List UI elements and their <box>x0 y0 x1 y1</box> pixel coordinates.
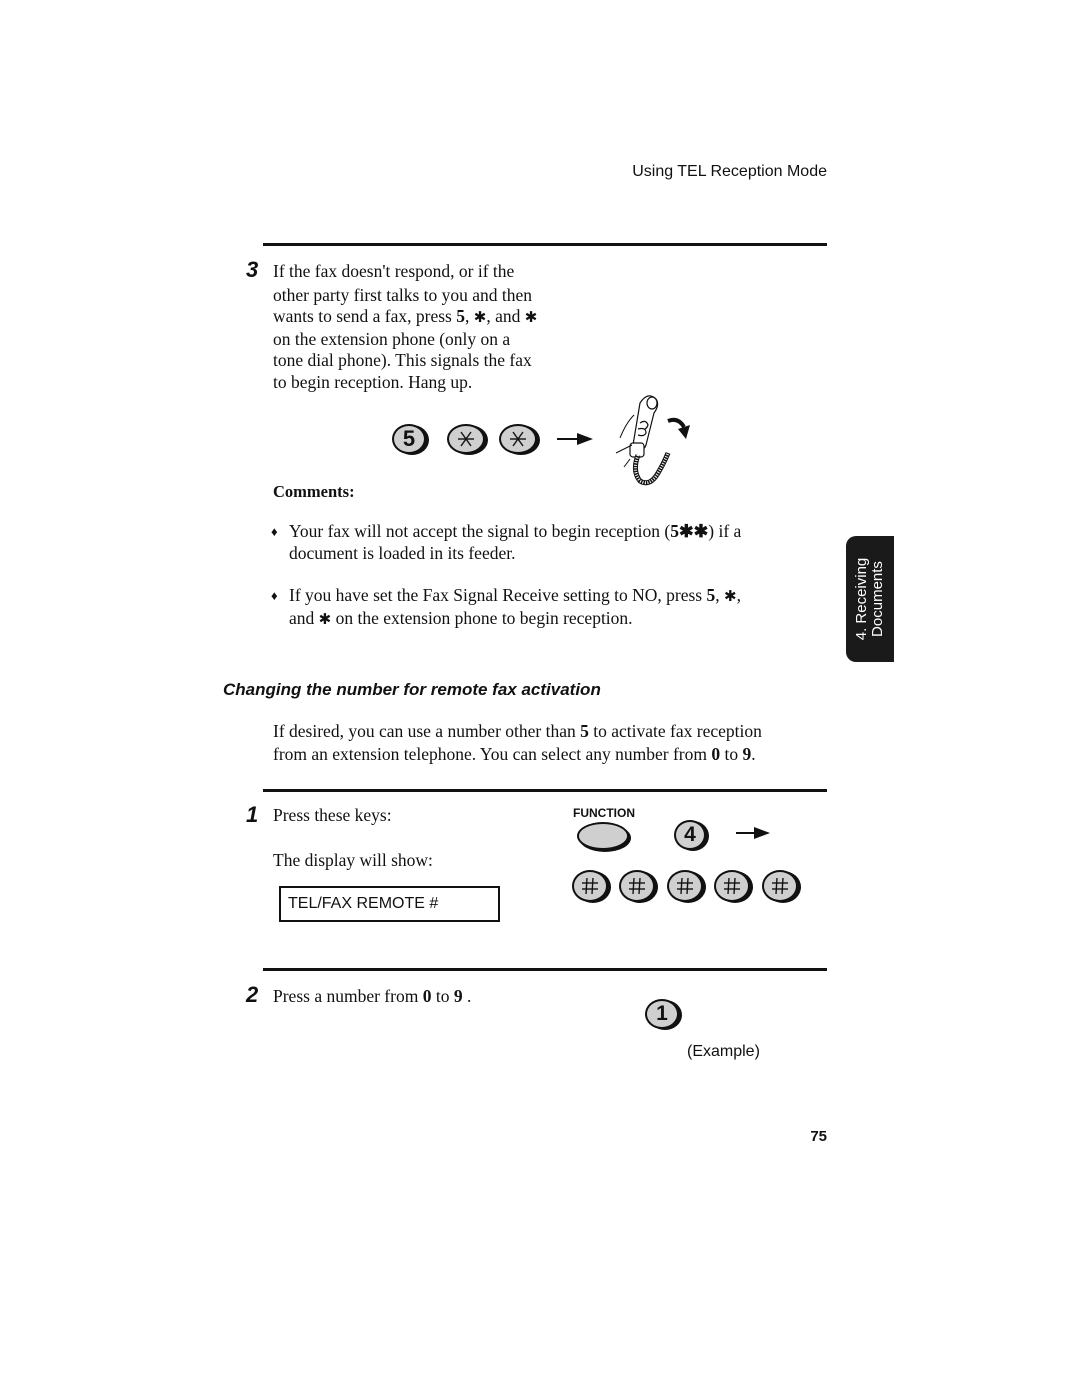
step-number-3: 3 <box>246 257 259 282</box>
key-star-button <box>499 424 537 454</box>
step-number-2: 2 <box>246 982 259 1007</box>
star-key-ref-icon: ✱ <box>524 308 538 326</box>
section-intro-line: If desired, you can use a number other t… <box>273 721 833 743</box>
step3-line: on the extension phone (only on a <box>273 328 511 349</box>
comment-text: and <box>289 607 319 628</box>
key-1-button: 1 <box>645 999 679 1029</box>
hang-up-handset-icon <box>615 395 690 486</box>
diamond-bullet-icon: ♦ <box>271 588 278 603</box>
comment-text: ) if a <box>708 521 742 541</box>
star-icon <box>458 431 474 447</box>
star-icon <box>510 431 526 447</box>
step2-text: to <box>431 986 454 1006</box>
step3-text: wants to send a fax, press <box>273 306 457 326</box>
number-ref: 9 <box>742 743 752 764</box>
intro-text: from an extension telephone. You can sel… <box>273 743 712 764</box>
comment-text: , <box>736 585 741 605</box>
chapter-side-tab: 4. Receiving Documents <box>846 536 894 662</box>
number-ref: 5 <box>580 721 589 741</box>
comment-text: Your fax will not accept the signal to b… <box>289 521 671 541</box>
step-divider-rule <box>263 968 827 971</box>
step3-text: , and <box>486 306 525 326</box>
comment-bullet-2: ♦ If you have set the Fax Signal Receive… <box>271 585 811 630</box>
key-ref-5: 5 <box>706 585 716 605</box>
hash-icon <box>772 877 788 895</box>
key-1-label: 1 <box>656 1002 668 1025</box>
comment-text: document is loaded in its feeder. <box>289 542 516 563</box>
section-heading: Changing the number for remote fax activ… <box>223 680 601 699</box>
arrow-right-icon <box>557 433 593 445</box>
step2-text: . <box>462 986 472 1006</box>
hash-icon <box>582 877 598 895</box>
chapter-side-tab-line2: Documents <box>869 561 886 637</box>
step3-text: , <box>464 306 474 326</box>
chapter-side-tab-label: 4. Receiving Documents <box>853 557 886 641</box>
intro-text: to <box>720 743 743 764</box>
key-hash-button <box>762 870 798 902</box>
hash-icon <box>677 877 693 895</box>
step3-line: wants to send a fax, press 5, ✱, and ✱ <box>273 306 583 329</box>
step3-instructions: If the fax doesn't respond, or if the ot… <box>273 261 583 393</box>
key-star-button <box>447 424 485 454</box>
key-5-label: 5 <box>402 426 416 451</box>
step-divider-rule <box>263 243 827 246</box>
chapter-side-tab-line1: 4. Receiving <box>853 557 870 641</box>
hash-icon <box>724 877 740 895</box>
star-key-ref-icon: ✱ <box>318 609 332 628</box>
step1-instruction: Press these keys: <box>273 805 392 825</box>
step3-line: to begin reception. Hang up. <box>273 371 473 392</box>
number-ref: 0 <box>711 743 721 764</box>
step3-line: tone dial phone). This signals the fax <box>273 350 532 370</box>
step2-text: Press a number from <box>273 986 423 1006</box>
key-hash-button <box>572 870 608 902</box>
key-ref-5: 5 <box>456 306 465 326</box>
lcd-display: TEL/FAX REMOTE # <box>279 886 500 922</box>
star-key-ref-icon: ✱ <box>473 308 487 326</box>
hash-icon <box>629 877 645 895</box>
function-key-button <box>577 822 629 850</box>
step-number-1: 1 <box>246 802 259 827</box>
key-4-button: 4 <box>674 820 706 850</box>
key-4-label: 4 <box>684 823 696 846</box>
diamond-bullet-icon: ♦ <box>271 524 278 539</box>
display-label: The display will show: <box>273 850 433 870</box>
function-key-label: FUNCTION <box>573 806 635 820</box>
key-sequence-ref: 5✱✱ <box>670 521 709 541</box>
step2-instruction: Press a number from 0 to 9 . <box>273 986 471 1008</box>
section-intro-line: from an extension telephone. You can sel… <box>273 744 833 766</box>
comment-bullet-1: ♦ Your fax will not accept the signal to… <box>271 521 811 564</box>
key-hash-button <box>619 870 655 902</box>
step-divider-rule <box>263 789 827 792</box>
intro-text: to activate fax reception <box>588 721 762 741</box>
comments-heading: Comments: <box>273 482 355 501</box>
comment-text: , <box>715 585 724 605</box>
intro-text: If desired, you can use a number other t… <box>273 721 581 741</box>
intro-text: . <box>751 743 756 764</box>
number-ref: 9 <box>453 986 463 1006</box>
section-intro: If desired, you can use a number other t… <box>273 721 833 765</box>
example-caption: (Example) <box>687 1043 760 1060</box>
comment-text: If you have set the Fax Signal Receive s… <box>289 585 707 605</box>
key-hash-button <box>714 870 750 902</box>
running-head: Using TEL Reception Mode <box>632 163 827 180</box>
arrow-right-icon <box>736 827 770 839</box>
key-hash-button <box>667 870 703 902</box>
step3-line: If the fax doesn't respond, or if the <box>273 261 515 281</box>
key-5-button: 5 <box>392 424 426 454</box>
comment-1-text: Your fax will not accept the signal to b… <box>289 521 741 564</box>
comment-2-text: If you have set the Fax Signal Receive s… <box>289 585 741 630</box>
step3-line: other party first talks to you and then <box>273 284 533 305</box>
comment-text: on the extension phone to begin receptio… <box>331 607 633 628</box>
page-number: 75 <box>810 1128 827 1145</box>
star-key-ref-icon: ✱ <box>723 587 737 605</box>
